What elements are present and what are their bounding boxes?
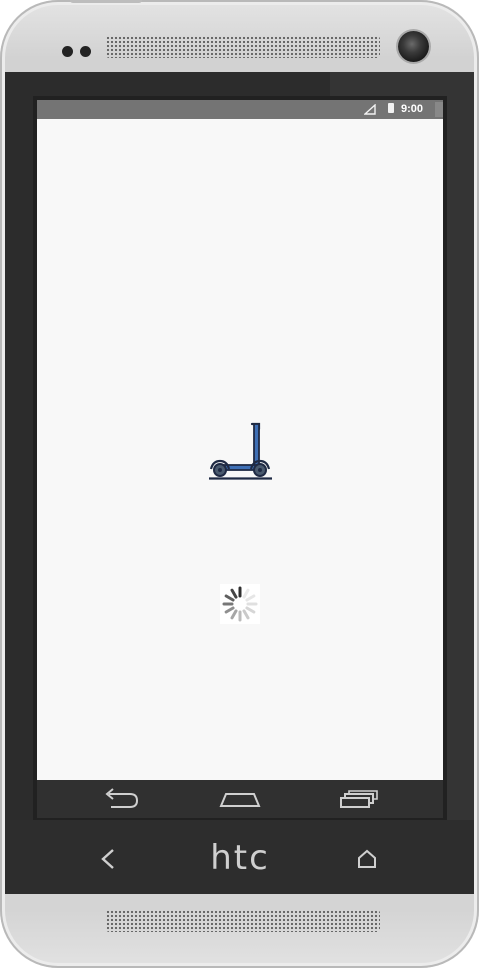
light-sensor: [80, 46, 91, 57]
bottom-speaker: [106, 910, 380, 932]
proximity-sensor: [62, 46, 73, 57]
top-button: [70, 0, 142, 3]
brand-logo: htc: [210, 838, 270, 878]
status-bar-edge: [435, 102, 443, 117]
battery-icon: [388, 103, 394, 113]
recent-apps-icon[interactable]: [337, 780, 381, 818]
loading-spinner: [220, 584, 260, 624]
house-icon[interactable]: [357, 849, 377, 869]
cellular-signal-icon: [364, 104, 376, 115]
front-camera: [398, 31, 429, 62]
status-bar: 9:00: [37, 100, 443, 119]
phone-frame: 9:00 htc: [0, 0, 479, 968]
spinner-icon: [222, 586, 258, 622]
chevron-left-icon[interactable]: [98, 847, 118, 871]
earpiece-speaker: [106, 36, 380, 58]
status-time: 9:00: [401, 103, 424, 115]
navigation-bar: [37, 780, 443, 818]
home-icon[interactable]: [217, 780, 263, 818]
kick-scooter-icon: [209, 421, 273, 481]
back-arrow-icon[interactable]: [99, 780, 143, 818]
